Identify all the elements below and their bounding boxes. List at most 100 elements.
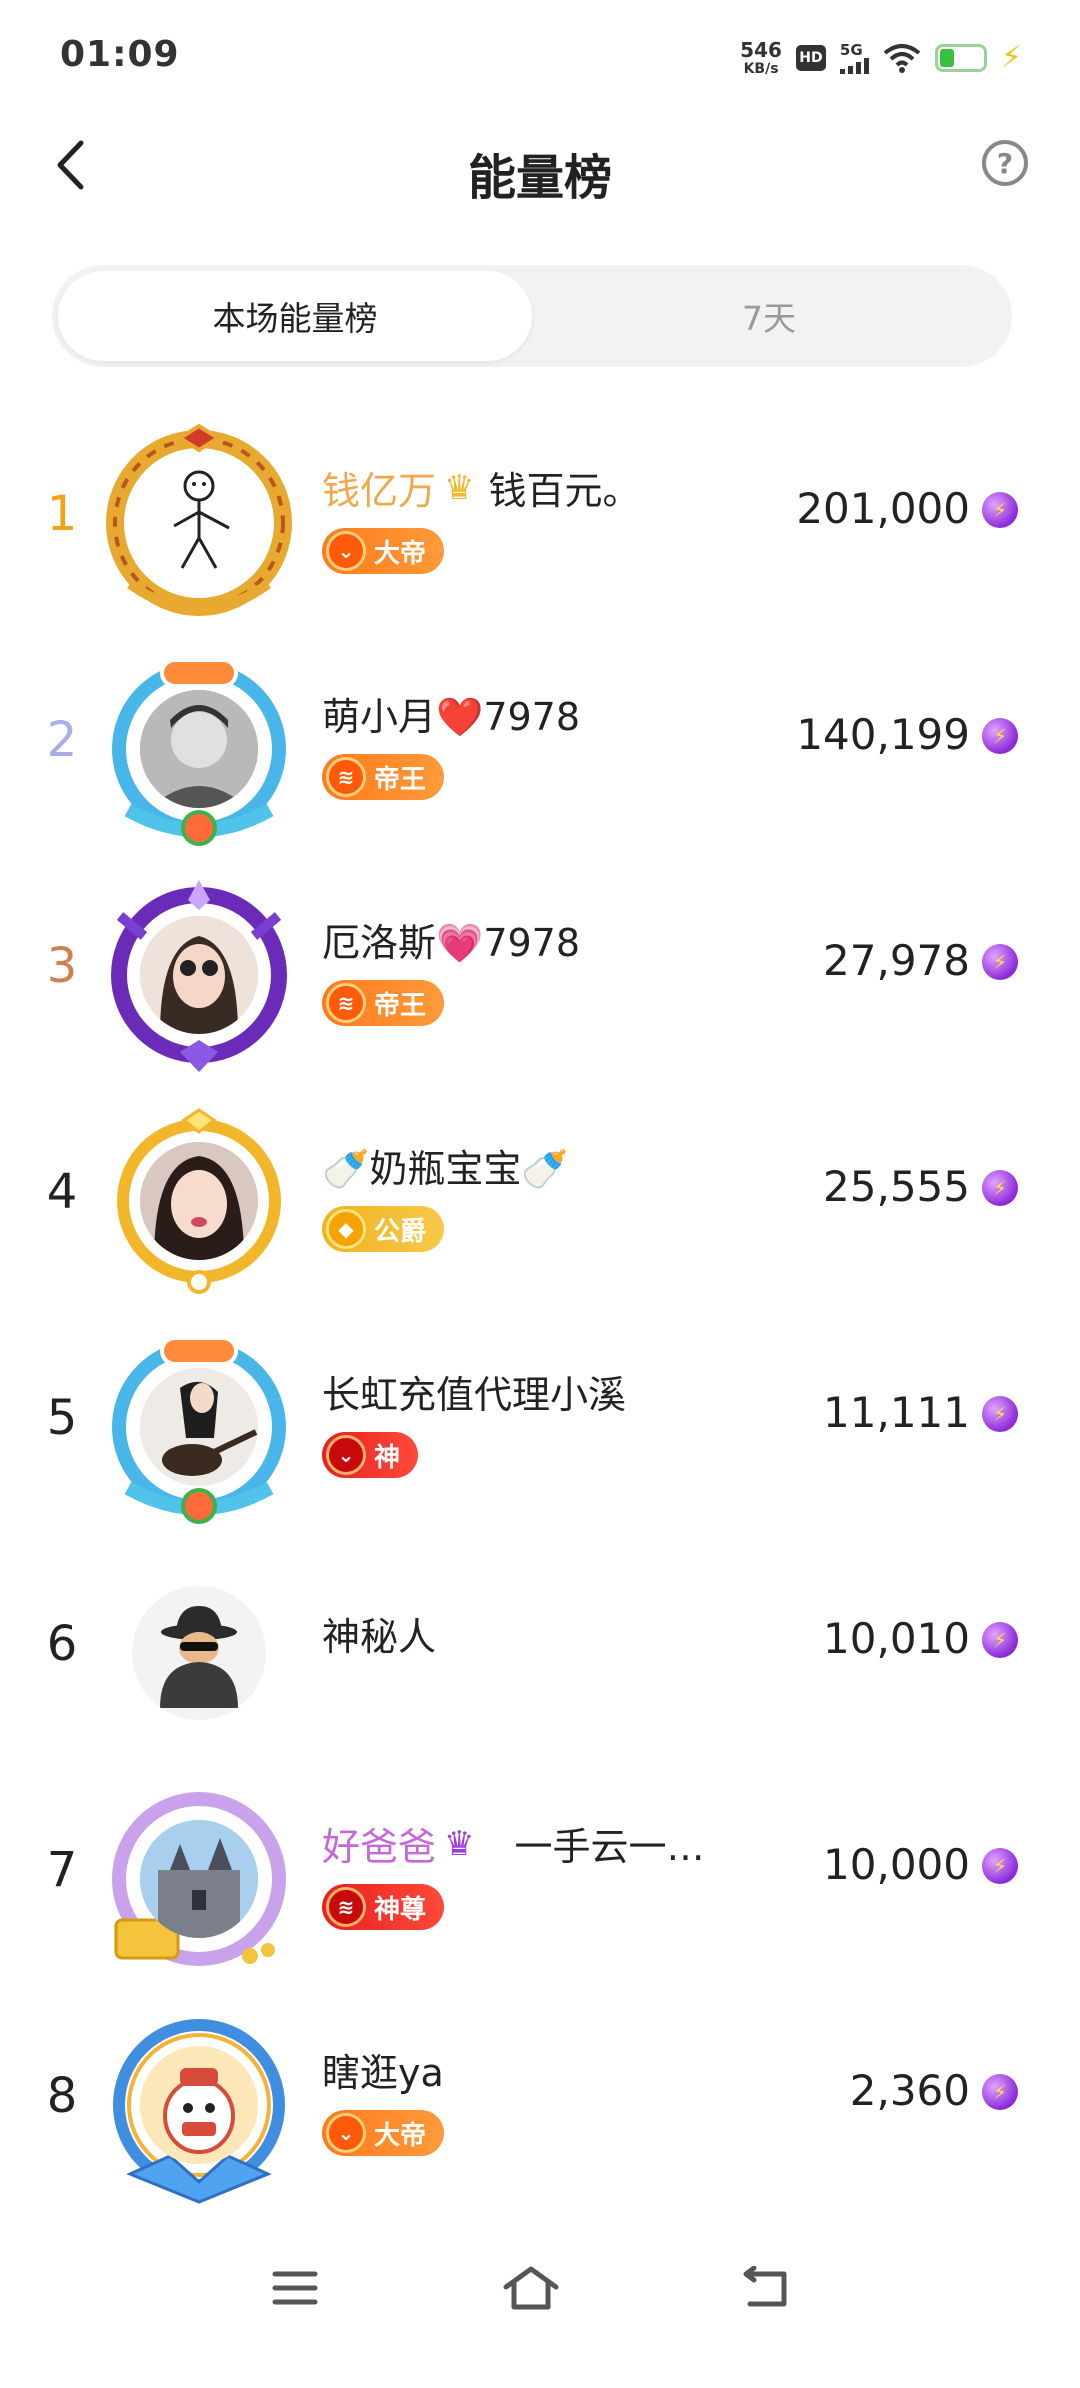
stick-figure-icon [173, 470, 230, 569]
avatar-photo [140, 1368, 258, 1486]
energy-score: 10,000 [823, 1840, 970, 1889]
user-name: 瞎逛ya [322, 2042, 444, 2097]
rank-row[interactable]: 8 瞎逛ya ⌄ 大帝 2,360 ⚡ [0, 1992, 1080, 2218]
person-photo-icon [140, 690, 258, 808]
charging-icon: ⚡ [1000, 40, 1022, 75]
menu-icon [272, 2271, 318, 2305]
level-badge: ≋ 帝王 [322, 754, 445, 800]
rank-number: 6 [46, 1616, 78, 1672]
back-nav-button[interactable] [730, 2258, 800, 2318]
rank-row[interactable]: 4 🍼奶瓶宝宝🍼 ◆ 公爵 25,555 ⚡ [0, 1088, 1080, 1314]
status-time: 01:09 [60, 34, 180, 75]
rank-row[interactable]: 1 钱亿万 ♛ 钱百元。 ⌄ 大帝 201,000 ⚡ [0, 410, 1080, 636]
energy-bolt-icon: ⚡ [982, 718, 1018, 754]
home-icon [503, 2266, 559, 2310]
ranking-tabs: 本场能量榜 7天 [52, 265, 1012, 367]
question-circle-icon: ? [996, 146, 1014, 180]
level-badge: ◆ 公爵 [322, 1206, 445, 1252]
avatar[interactable] [100, 650, 298, 848]
battery-icon [934, 44, 987, 72]
user-name: 好爸爸 ♛ 一手云一… [322, 1816, 705, 1871]
home-button[interactable] [496, 2258, 566, 2318]
network-speed-unit: KB/s [743, 61, 779, 77]
rank-double-chevron-icon: ≋ [326, 757, 366, 797]
rank-row[interactable]: 3 厄洛斯💗7978 ≋ 帝王 27,978 ⚡ [0, 862, 1080, 1088]
level-badge: ⌄ 大帝 [322, 528, 445, 574]
avatar-photo [140, 690, 258, 808]
avatar-photo [140, 916, 258, 1034]
rank-chevron-icon: ⌄ [326, 531, 366, 571]
help-button[interactable]: ? [982, 140, 1028, 186]
name-prefix: 钱亿万 [322, 469, 437, 513]
nickname: 萌小月❤️7978 [322, 695, 581, 739]
level-badge-label: 神 [374, 1442, 401, 1473]
user-name: 钱亿万 ♛ 钱百元。 [322, 460, 641, 515]
nickname: 一手云一… [514, 1825, 705, 1869]
energy-score: 25,555 [823, 1162, 970, 1211]
avatar[interactable] [100, 424, 298, 622]
energy-bolt-icon: ⚡ [982, 1170, 1018, 1206]
rank-number: 2 [46, 712, 78, 768]
avatar-photo [136, 460, 262, 586]
rank-row[interactable]: 6 神秘人 10,010 ⚡ [0, 1540, 1080, 1766]
name-prefix: 好爸爸 [322, 1825, 437, 1869]
nickname: 🍼奶瓶宝宝🍼 [322, 1147, 569, 1191]
level-badge: ≋ 帝王 [322, 980, 445, 1026]
energy-score: 10,010 [823, 1614, 970, 1663]
network-type: 5G [839, 40, 863, 59]
level-badge-label: 帝王 [374, 764, 427, 795]
user-name: 厄洛斯💗7978 [322, 912, 580, 967]
energy-bolt-icon: ⚡ [982, 2074, 1018, 2110]
menu-button[interactable] [260, 2258, 330, 2318]
rank-chevron-icon: ⌄ [326, 1435, 366, 1475]
network-speed-value: 546 [740, 38, 782, 62]
cell-signal-icon: 5G [839, 40, 869, 74]
user-name: 神秘人 [322, 1606, 436, 1661]
energy-bolt-icon: ⚡ [982, 1848, 1018, 1884]
energy-bolt-icon: ⚡ [982, 944, 1018, 980]
avatar[interactable] [100, 1102, 298, 1300]
energy-score: 2,360 [849, 2066, 970, 2115]
rank-row[interactable]: 2 萌小月❤️7978 ≋ 帝王 140,199 ⚡ [0, 636, 1080, 862]
page-title: 能量榜 [467, 150, 612, 206]
avatar-photo [140, 1142, 258, 1260]
level-badge-label: 大帝 [374, 538, 427, 569]
level-badge-label: 公爵 [374, 1216, 427, 1247]
nickname: 钱百元。 [488, 469, 641, 513]
mystery-person-icon [160, 1606, 238, 1708]
avatar[interactable] [100, 1328, 298, 1526]
back-icon [743, 2266, 787, 2307]
avatar-photo [132, 1586, 266, 1720]
tab-current-session[interactable]: 本场能量榜 [58, 271, 532, 361]
rank-double-chevron-icon: ≋ [326, 1887, 366, 1927]
level-badge-label: 神尊 [374, 1894, 427, 1925]
rank-number: 5 [46, 1390, 78, 1446]
avatar[interactable] [100, 1780, 298, 1978]
system-nav-bar [0, 2240, 1080, 2340]
rank-diamond-icon: ◆ [326, 1209, 366, 1249]
rank-number: 1 [46, 486, 78, 542]
person-photo-icon [140, 1142, 258, 1260]
rank-number: 8 [46, 2068, 78, 2124]
avatar[interactable] [100, 2006, 298, 2204]
level-badge: ⌄ 大帝 [322, 2110, 445, 2156]
nickname: 厄洛斯💗7978 [322, 921, 581, 965]
avatar[interactable] [100, 876, 298, 1074]
energy-bolt-icon: ⚡ [982, 492, 1018, 528]
tab-7-days[interactable]: 7天 [532, 271, 1006, 361]
rank-number: 4 [46, 1164, 78, 1220]
status-icons: 546 KB/s HD 5G ⚡ [740, 36, 1022, 80]
rank-row[interactable]: 5 长虹充值代理小溪 ⌄ 神 11,111 ⚡ [0, 1314, 1080, 1540]
level-badge: ⌄ 神 [322, 1432, 419, 1478]
person-guitar-photo-icon [140, 1368, 258, 1486]
energy-bolt-icon: ⚡ [982, 1622, 1018, 1658]
energy-bolt-icon: ⚡ [982, 1396, 1018, 1432]
rank-row[interactable]: 7 好爸爸 ♛ 一手云一… ≋ 神尊 10,000 ⚡ [0, 1766, 1080, 1992]
user-name: 长虹充值代理小溪 [322, 1364, 626, 1419]
avatar[interactable] [100, 1554, 298, 1752]
crown-icon: ♛ [444, 467, 475, 508]
crown-icon: ♛ [444, 1823, 475, 1864]
avatar-photo [140, 1820, 258, 1938]
rank-number: 3 [46, 938, 78, 994]
energy-score: 140,199 [796, 710, 970, 759]
